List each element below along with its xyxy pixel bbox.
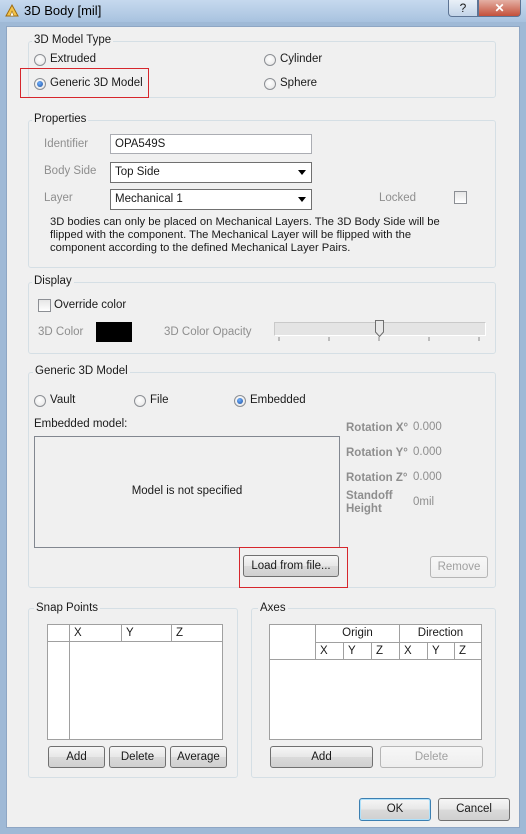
snap-col-x[interactable]: X	[70, 625, 122, 642]
model-placeholder-text: Model is not specified	[131, 485, 243, 497]
app-3d-body-icon	[5, 3, 19, 17]
axes-table[interactable]: Origin Direction X Y Z X Y Z	[269, 624, 482, 740]
locked-label: Locked	[379, 192, 417, 204]
cylinder-label[interactable]: Cylinder	[280, 53, 322, 65]
body-side-select[interactable]: Top Side	[110, 162, 312, 183]
origin-header: Origin	[316, 625, 400, 643]
snap-points-table[interactable]: X Y Z	[47, 624, 223, 740]
axes-row-header-cell	[270, 625, 316, 660]
extruded-label[interactable]: Extruded	[50, 53, 96, 65]
axes-col-origin-y[interactable]: Y	[344, 643, 372, 660]
rotation-y-value: 0.000	[413, 446, 442, 458]
file-radio[interactable]	[134, 395, 146, 407]
generic-3d-model-legend: Generic 3D Model	[33, 365, 130, 377]
embedded-model-label: Embedded model:	[34, 418, 128, 430]
snap-col-z[interactable]: Z	[172, 625, 222, 642]
row-header-cell	[48, 625, 70, 642]
ok-button[interactable]: OK	[359, 798, 431, 821]
3d-color-swatch[interactable]	[96, 322, 132, 342]
identifier-label: Identifier	[44, 138, 89, 150]
model-type-legend: 3D Model Type	[32, 34, 114, 46]
embedded-radio[interactable]	[234, 395, 246, 407]
rotation-x-value: 0.000	[413, 421, 442, 433]
axes-add-button[interactable]: Add	[270, 746, 373, 768]
axes-col-direction-y[interactable]: Y	[428, 643, 455, 660]
load-from-file-button[interactable]: Load from file...	[243, 555, 339, 577]
model-preview[interactable]: Model is not specified	[34, 436, 340, 548]
body-side-label: Body Side	[44, 165, 97, 177]
layer-select[interactable]: Mechanical 1	[110, 189, 312, 210]
axes-col-direction-x[interactable]: X	[400, 643, 428, 660]
axes-legend: Axes	[258, 602, 288, 614]
standoff-height-label: Standoff Height	[346, 490, 393, 515]
body-side-value: Top Side	[115, 166, 160, 178]
snap-points-legend: Snap Points	[34, 602, 101, 614]
properties-legend: Properties	[32, 113, 89, 125]
snap-delete-button[interactable]: Delete	[109, 746, 166, 768]
standoff-height-value: 0mil	[413, 496, 435, 508]
help-button[interactable]: ?	[448, 0, 478, 17]
override-color-label[interactable]: Override color	[54, 299, 126, 311]
3d-color-label: 3D Color	[38, 326, 84, 338]
override-color-checkbox[interactable]	[38, 299, 51, 312]
chevron-down-icon	[298, 170, 306, 175]
direction-header: Direction	[400, 625, 481, 643]
vault-radio[interactable]	[34, 395, 46, 407]
layer-label: Layer	[44, 192, 73, 204]
title-bar: 3D Body [mil] ? ✕	[0, 0, 526, 22]
rotation-x-label: Rotation X°	[346, 422, 409, 434]
close-button[interactable]: ✕	[478, 0, 521, 17]
axes-col-origin-x[interactable]: X	[316, 643, 344, 660]
layer-value: Mechanical 1	[115, 193, 183, 205]
embedded-label[interactable]: Embedded	[250, 394, 306, 406]
generic-3d-model-radio[interactable]	[34, 78, 46, 90]
sphere-label[interactable]: Sphere	[280, 77, 317, 89]
chevron-down-icon	[298, 197, 306, 202]
locked-checkbox[interactable]	[454, 191, 467, 204]
generic-3d-model-label[interactable]: Generic 3D Model	[50, 77, 143, 89]
remove-button[interactable]: Remove	[430, 556, 488, 578]
rotation-z-value: 0.000	[413, 471, 442, 483]
vault-label[interactable]: Vault	[50, 394, 75, 406]
slider-ticks	[278, 337, 480, 341]
opacity-label: 3D Color Opacity	[164, 326, 252, 338]
axes-col-origin-z[interactable]: Z	[372, 643, 400, 660]
rotation-z-label: Rotation Z°	[346, 472, 408, 484]
file-label[interactable]: File	[150, 394, 169, 406]
row-header-divider	[69, 642, 70, 739]
cancel-button[interactable]: Cancel	[438, 798, 510, 821]
identifier-input[interactable]: OPA549S	[110, 134, 312, 154]
snap-average-button[interactable]: Average	[170, 746, 227, 768]
slider-thumb[interactable]	[374, 320, 384, 338]
display-legend: Display	[32, 275, 74, 287]
axes-col-direction-z[interactable]: Z	[455, 643, 481, 660]
cylinder-radio[interactable]	[264, 54, 276, 66]
snap-add-button[interactable]: Add	[48, 746, 105, 768]
axes-delete-button[interactable]: Delete	[380, 746, 483, 768]
snap-col-y[interactable]: Y	[122, 625, 172, 642]
extruded-radio[interactable]	[34, 54, 46, 66]
layer-info-text: 3D bodies can only be placed on Mechanic…	[50, 216, 440, 254]
opacity-slider[interactable]	[274, 320, 486, 344]
rotation-y-label: Rotation Y°	[346, 447, 408, 459]
sphere-radio[interactable]	[264, 78, 276, 90]
window-title: 3D Body [mil]	[24, 3, 102, 18]
